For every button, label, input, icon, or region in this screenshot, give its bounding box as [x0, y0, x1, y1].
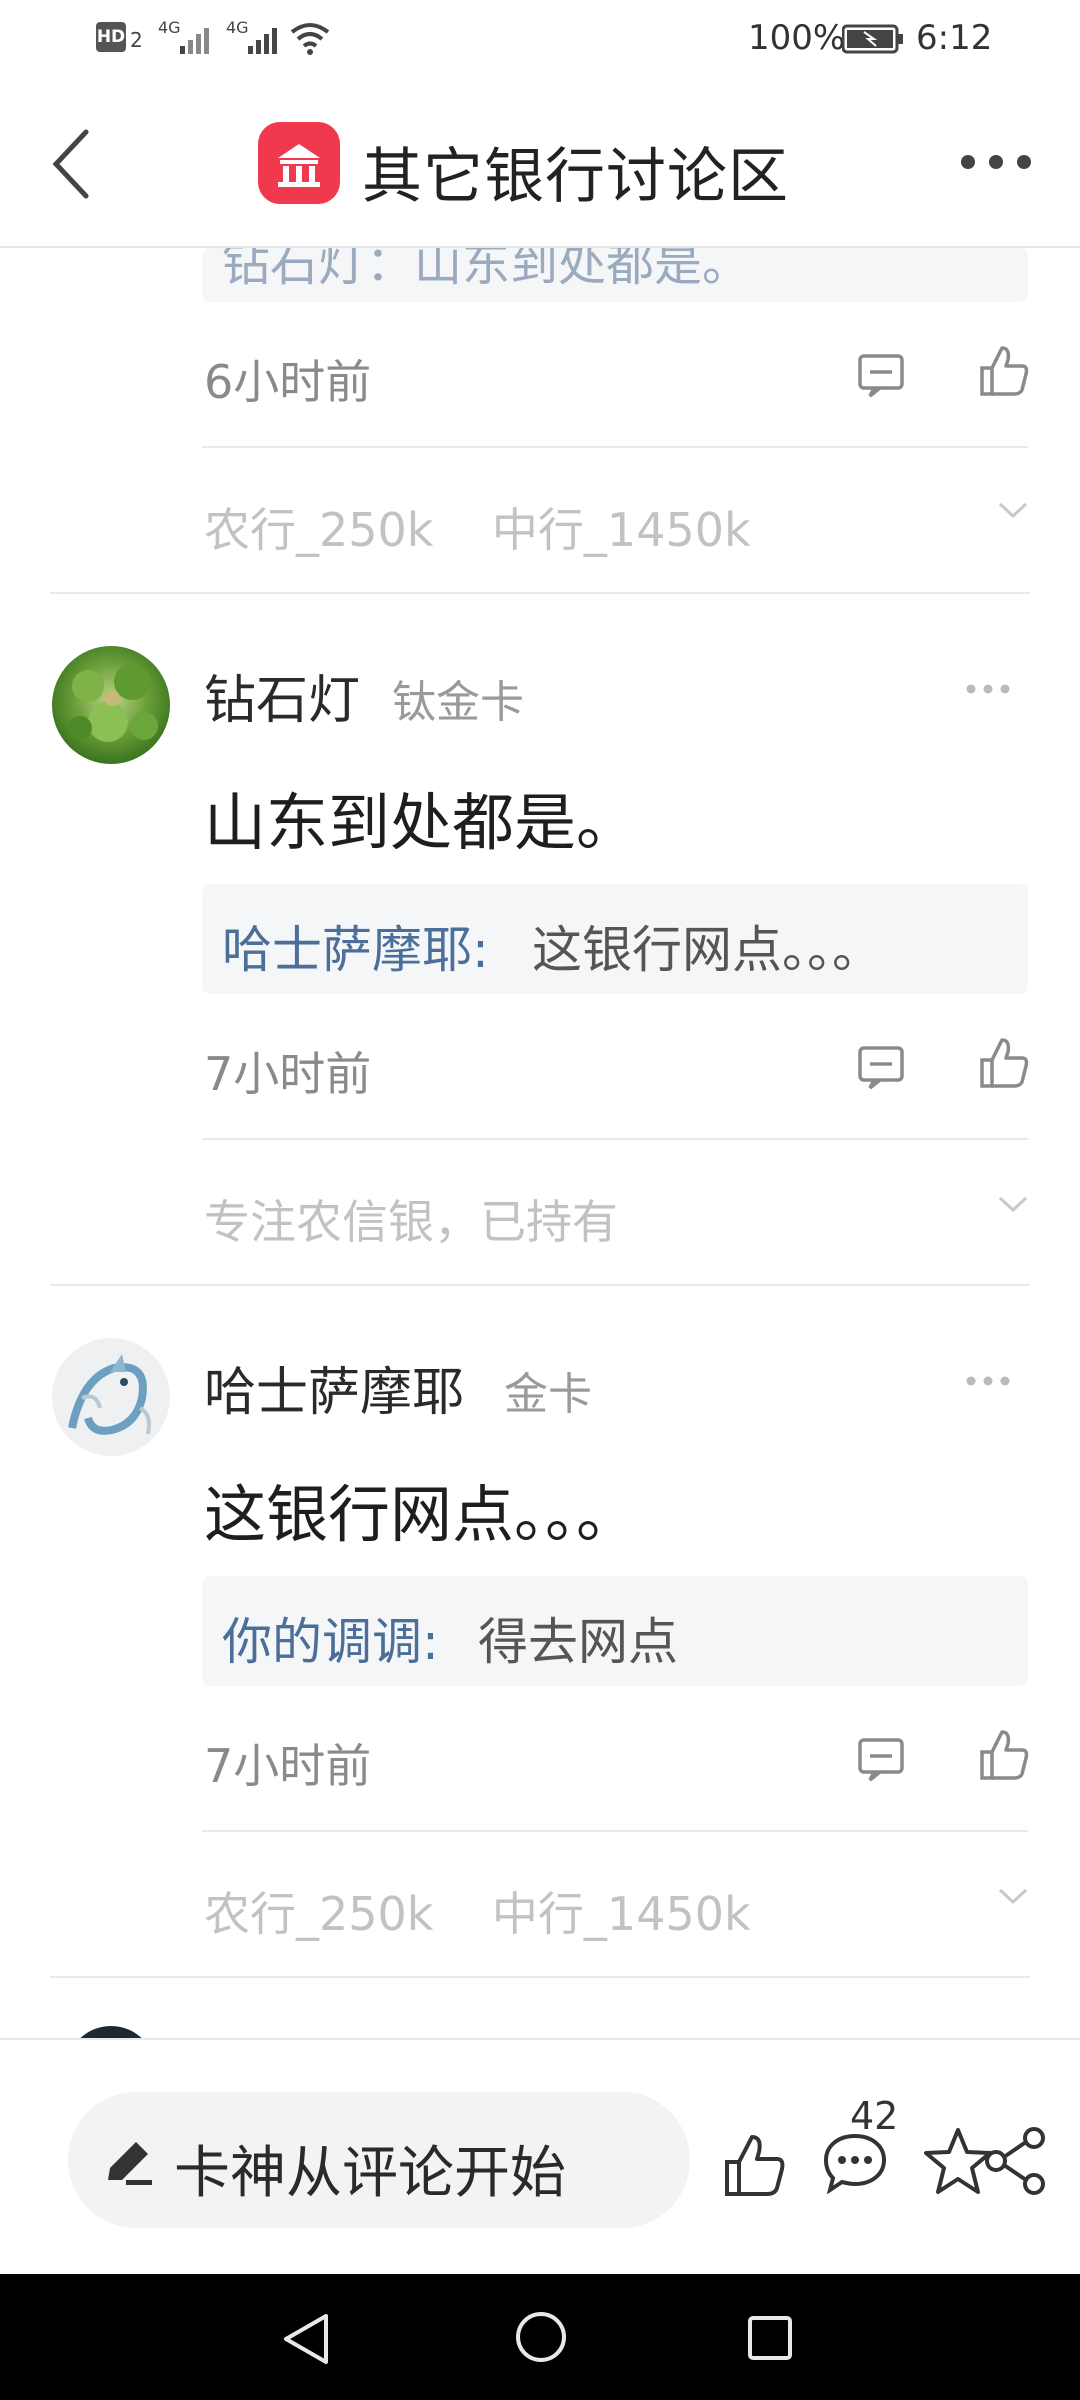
comment-text: 这银行网点。。。	[204, 1478, 639, 1551]
comment-time: 7小时前	[204, 1047, 372, 1101]
status-bar: HD 2 4G 4G 100% 6:12	[0, 0, 1080, 80]
chevron-left-icon[interactable]	[46, 124, 96, 204]
reply-text: 得去网点	[478, 1613, 678, 1671]
nav-back-icon[interactable]	[280, 2312, 332, 2366]
reply-quote[interactable]: 哈士萨摩耶: 这银行网点。。。	[202, 884, 1028, 994]
comment-item: 钻石灯 钛金卡 山东到处都是。 哈士萨摩耶: 这银行网点。。。 7小时前 专注农…	[0, 594, 1080, 1284]
comment-item: 哈士萨摩耶 金卡 这银行网点。。。 你的调调: 得去网点 7小时前 农行_250…	[0, 1286, 1080, 1976]
signal-icon-2	[248, 28, 277, 54]
chevron-down-icon[interactable]	[996, 498, 1030, 522]
comment-input[interactable]: 卡神从评论开始	[68, 2092, 690, 2228]
header-bar: 其它银行讨论区	[0, 80, 1080, 248]
comment-time: 6小时前	[204, 355, 372, 409]
more-options-icon[interactable]	[964, 1374, 1012, 1388]
reply-quote-text: 钻石灯：山东到处都是。	[222, 248, 751, 292]
reply-text: 这银行网点。。。	[532, 921, 882, 979]
hd-sub: 2	[130, 28, 143, 52]
hd-indicator: HD	[96, 22, 126, 52]
divider	[202, 446, 1028, 448]
reply-author[interactable]: 哈士萨摩耶:	[222, 910, 489, 982]
divider	[202, 1138, 1028, 1140]
comment-icon[interactable]	[856, 1736, 906, 1782]
username[interactable]: 哈士萨摩耶	[204, 1350, 464, 1425]
comment-input-placeholder: 卡神从评论开始	[174, 2141, 566, 2206]
avatar[interactable]	[52, 1338, 170, 1456]
thumbs-up-icon[interactable]	[978, 344, 1030, 398]
username[interactable]: 钻石灯	[204, 658, 360, 733]
signal-icon-1	[180, 28, 209, 54]
comment-time: 7小时前	[204, 1739, 372, 1793]
thumbs-up-icon[interactable]	[978, 1728, 1030, 1782]
bottom-action-bar: 卡神从评论开始 42	[0, 2038, 1080, 2276]
reply-quote[interactable]: 你的调调: 得去网点	[202, 1576, 1028, 1686]
thumbs-up-icon[interactable]	[978, 1036, 1030, 1090]
user-badge: 金卡	[504, 1369, 592, 1420]
user-badge: 钛金卡	[392, 677, 524, 728]
thumbs-up-icon[interactable]	[722, 2132, 786, 2198]
page-title: 其它银行讨论区	[362, 142, 789, 212]
pencil-icon	[108, 2142, 152, 2185]
more-options-icon[interactable]	[964, 682, 1012, 696]
avatar[interactable]	[52, 646, 170, 764]
nav-recents-icon[interactable]	[746, 2314, 794, 2362]
user-signature: 农行_250k 中行_1450k	[204, 503, 751, 557]
forum-logo-icon	[258, 122, 340, 204]
comment-icon[interactable]	[856, 1044, 906, 1090]
divider	[202, 1830, 1028, 1832]
comment-divider	[50, 1976, 1030, 1978]
clock: 6:12	[916, 18, 993, 58]
reply-quote[interactable]: 钻石灯：山东到处都是。	[202, 248, 1028, 302]
nav-home-icon[interactable]	[514, 2310, 568, 2364]
chevron-down-icon[interactable]	[996, 1884, 1030, 1908]
chevron-down-icon[interactable]	[996, 1192, 1030, 1216]
user-signature: 专注农信银，已持有	[204, 1195, 618, 1249]
battery-icon	[842, 24, 903, 54]
share-icon[interactable]	[980, 2124, 1050, 2198]
system-nav-bar	[0, 2274, 1080, 2400]
battery-percent: 100%	[748, 18, 846, 58]
user-signature: 农行_250k 中行_1450k	[204, 1887, 751, 1941]
comment-icon[interactable]	[856, 352, 906, 398]
comment-text: 山东到处都是。	[204, 786, 639, 859]
comment-icon[interactable]	[822, 2132, 888, 2194]
more-dots-icon[interactable]	[958, 150, 1034, 174]
wifi-icon	[290, 23, 330, 55]
reply-author[interactable]: 你的调调:	[222, 1602, 439, 1674]
